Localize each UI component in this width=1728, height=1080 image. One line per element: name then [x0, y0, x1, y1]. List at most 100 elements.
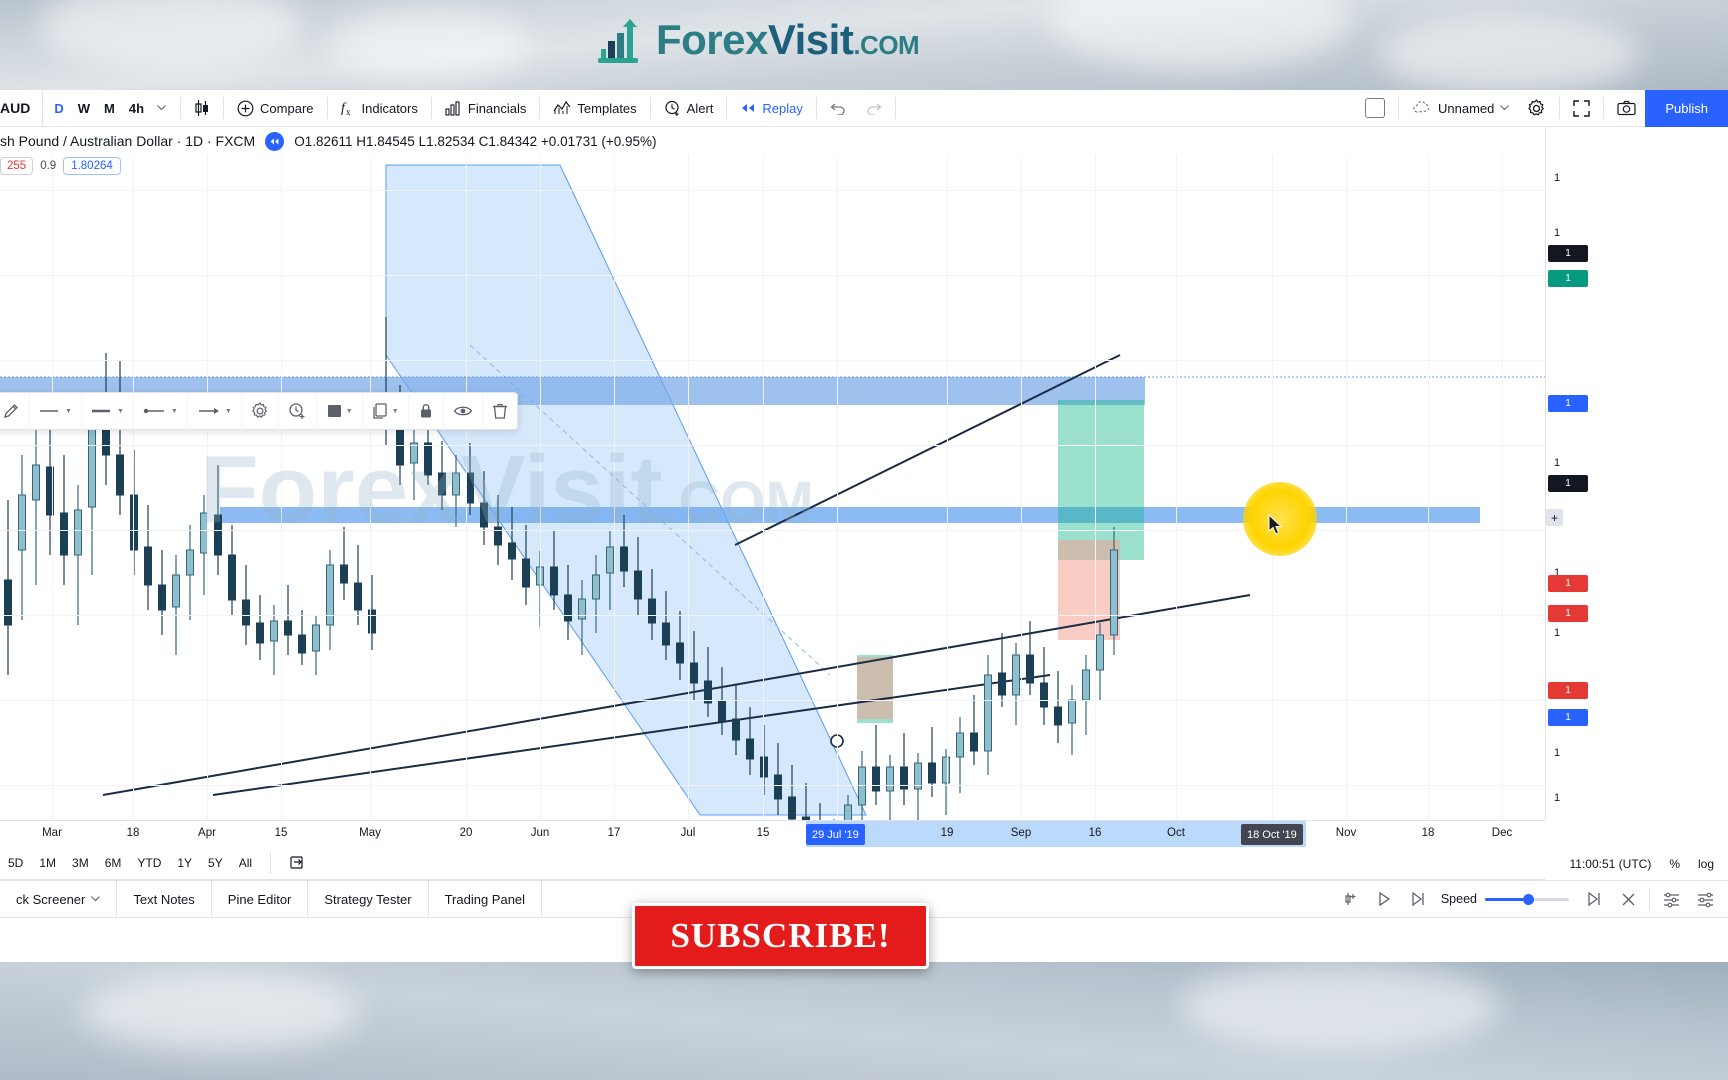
- chevron-down-icon[interactable]: [151, 94, 172, 122]
- time-tick: Sep: [1010, 827, 1032, 839]
- play-icon[interactable]: [1367, 880, 1401, 918]
- candle: [214, 514, 222, 556]
- candle: [886, 766, 894, 792]
- tab-text-notes[interactable]: Text Notes: [117, 880, 212, 918]
- time-tick: Jul: [680, 827, 696, 839]
- clone-icon[interactable]: ▼: [363, 392, 409, 430]
- chart-canvas[interactable]: ▼ ▼ ▼ ▼ ▼ ▼: [0, 155, 1545, 820]
- resolution-d[interactable]: D: [47, 94, 70, 122]
- layout-name-label: Unnamed: [1437, 100, 1495, 116]
- compare-label: Compare: [260, 100, 314, 116]
- legend-symbol-title[interactable]: sh Pound / Australian Dollar · 1D · FXCM: [0, 133, 255, 149]
- candlestick-icon: [194, 99, 210, 117]
- pencil-icon[interactable]: [0, 392, 30, 430]
- tab-strategy-tester[interactable]: Strategy Tester: [308, 880, 429, 918]
- goto-date-icon[interactable]: [281, 852, 314, 874]
- line-extend-left-icon[interactable]: ▼: [134, 392, 188, 430]
- layout-name-button[interactable]: Unnamed: [1403, 94, 1518, 122]
- data-window-icon[interactable]: [1654, 880, 1688, 918]
- resolution-m[interactable]: M: [97, 94, 122, 122]
- range-all[interactable]: All: [231, 853, 260, 873]
- candle: [354, 582, 362, 611]
- publish-label: Publish: [1665, 100, 1708, 116]
- eye-icon[interactable]: [444, 392, 483, 430]
- candle: [970, 732, 978, 752]
- gear-icon[interactable]: [242, 392, 279, 430]
- trash-icon[interactable]: [483, 392, 517, 430]
- candle: [326, 564, 334, 626]
- range-1m[interactable]: 1M: [31, 853, 64, 873]
- subscribe-button[interactable]: SUBSCRIBE!: [632, 903, 929, 969]
- snapshot-button[interactable]: [1608, 94, 1645, 122]
- speed-slider[interactable]: [1485, 893, 1569, 905]
- undo-button[interactable]: [821, 94, 856, 122]
- financials-button[interactable]: Financials: [436, 94, 536, 122]
- symbol-search-button[interactable]: AUD: [0, 89, 44, 127]
- badge-blue-price[interactable]: 1.80264: [63, 157, 121, 175]
- skip-end-icon[interactable]: [1577, 880, 1611, 918]
- replay-button[interactable]: Replay: [731, 94, 811, 122]
- alert-add-icon[interactable]: [279, 392, 317, 430]
- alert-button[interactable]: Alert: [655, 94, 723, 122]
- chevron-down-icon: [91, 896, 101, 902]
- resolution-w[interactable]: W: [71, 94, 97, 122]
- line-style-solid-icon[interactable]: ▼: [30, 392, 82, 430]
- candle: [256, 622, 264, 644]
- plus-icon[interactable]: +: [1546, 509, 1563, 526]
- range-1y[interactable]: 1Y: [169, 853, 200, 873]
- candle-style-button[interactable]: [185, 94, 219, 122]
- bar-jump-icon[interactable]: [1333, 880, 1367, 918]
- fullscreen-icon: [1573, 99, 1591, 117]
- fullscreen-button[interactable]: [1564, 94, 1599, 122]
- step-forward-icon[interactable]: [1401, 880, 1435, 918]
- candle: [480, 502, 488, 528]
- rewind-icon: [740, 101, 756, 115]
- rewind-circle-icon[interactable]: [265, 131, 285, 151]
- redo-button[interactable]: [856, 94, 891, 122]
- stop-zone-red-1b: [857, 657, 893, 719]
- drawing-properties-toolbar[interactable]: ▼ ▼ ▼ ▼ ▼ ▼: [0, 392, 518, 430]
- range-5y[interactable]: 5Y: [200, 853, 231, 873]
- tab-pine-editor-label: Pine Editor: [227, 891, 292, 907]
- price-badge-group: 255 0.9 1.80264: [0, 157, 121, 175]
- camera-icon: [1617, 100, 1636, 116]
- percent-toggle[interactable]: %: [1669, 857, 1680, 871]
- tab-stock-screener[interactable]: ck Screener: [0, 880, 118, 918]
- line-extend-right-icon[interactable]: ▼: [188, 392, 242, 430]
- candle: [634, 570, 642, 600]
- compare-button[interactable]: Compare: [228, 94, 322, 122]
- undo-arrow-icon: [830, 101, 847, 115]
- tab-trading-panel[interactable]: Trading Panel: [429, 880, 543, 918]
- resolution-4h[interactable]: 4h: [122, 94, 151, 122]
- candle: [158, 584, 166, 611]
- forexvisit-logo: ForexVisit.COM: [594, 14, 920, 71]
- indicators-button[interactable]: f x Indicators: [332, 94, 427, 122]
- candle: [844, 804, 852, 820]
- time-scale[interactable]: Mar 18 Apr 15 May 20 Jun 17 Jul 15 19 Se…: [0, 820, 1545, 848]
- range-6m[interactable]: 6M: [97, 853, 130, 873]
- range-ytd[interactable]: YTD: [129, 853, 169, 873]
- time-tag-crosshair: 18 Oct '19: [1241, 824, 1303, 845]
- close-icon[interactable]: [1611, 880, 1645, 918]
- time-range-bar: 5D 1M 3M 6M YTD 1Y 5Y All: [0, 847, 1545, 880]
- badge-red[interactable]: 255: [0, 157, 34, 175]
- range-3m[interactable]: 3M: [64, 853, 97, 873]
- support-band: [220, 507, 1480, 523]
- line-style-dashed-icon[interactable]: ▼: [82, 392, 134, 430]
- chart-settings-button[interactable]: [1518, 94, 1555, 122]
- price-scale[interactable]: 1 1 1 1 1 1 1 1 1 1 1 1 1 1 1 1 +: [1545, 127, 1728, 820]
- object-tree-icon[interactable]: [1688, 880, 1722, 918]
- logo-text-forex: Forex: [656, 16, 768, 63]
- range-5d[interactable]: 5D: [0, 853, 31, 873]
- publish-button[interactable]: Publish: [1645, 89, 1728, 127]
- log-toggle[interactable]: log: [1698, 857, 1714, 871]
- tab-pine-editor[interactable]: Pine Editor: [212, 880, 309, 918]
- candle: [298, 634, 306, 654]
- template-icon[interactable]: ▼: [317, 392, 363, 430]
- templates-button[interactable]: Templates: [544, 94, 645, 122]
- candle: [564, 594, 572, 622]
- layout-button[interactable]: [1356, 94, 1394, 122]
- lock-icon[interactable]: [409, 392, 444, 430]
- candle: [858, 766, 866, 806]
- speed-slider-knob[interactable]: [1523, 893, 1534, 905]
